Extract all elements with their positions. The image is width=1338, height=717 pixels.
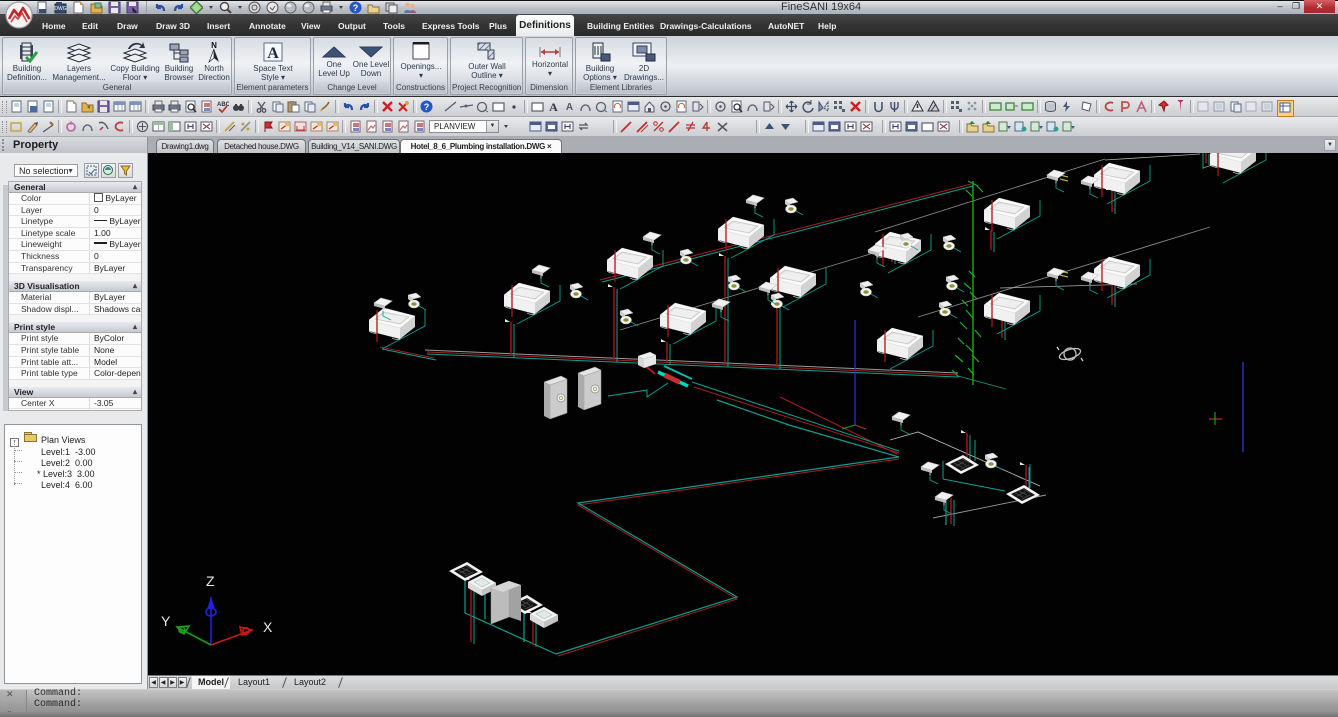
svg-text:ABC: ABC xyxy=(217,102,229,108)
svg-text:Z: Z xyxy=(206,573,215,589)
svg-text:Y: Y xyxy=(161,613,171,629)
svg-text:A: A xyxy=(549,100,558,113)
svg-text:N: N xyxy=(211,41,217,50)
svg-text:?: ? xyxy=(353,3,359,13)
svg-text:A: A xyxy=(566,102,573,113)
svg-text:A: A xyxy=(267,45,279,62)
svg-text:X: X xyxy=(263,619,273,635)
svg-text:DWG: DWG xyxy=(54,6,66,12)
svg-text:?: ? xyxy=(424,102,430,112)
